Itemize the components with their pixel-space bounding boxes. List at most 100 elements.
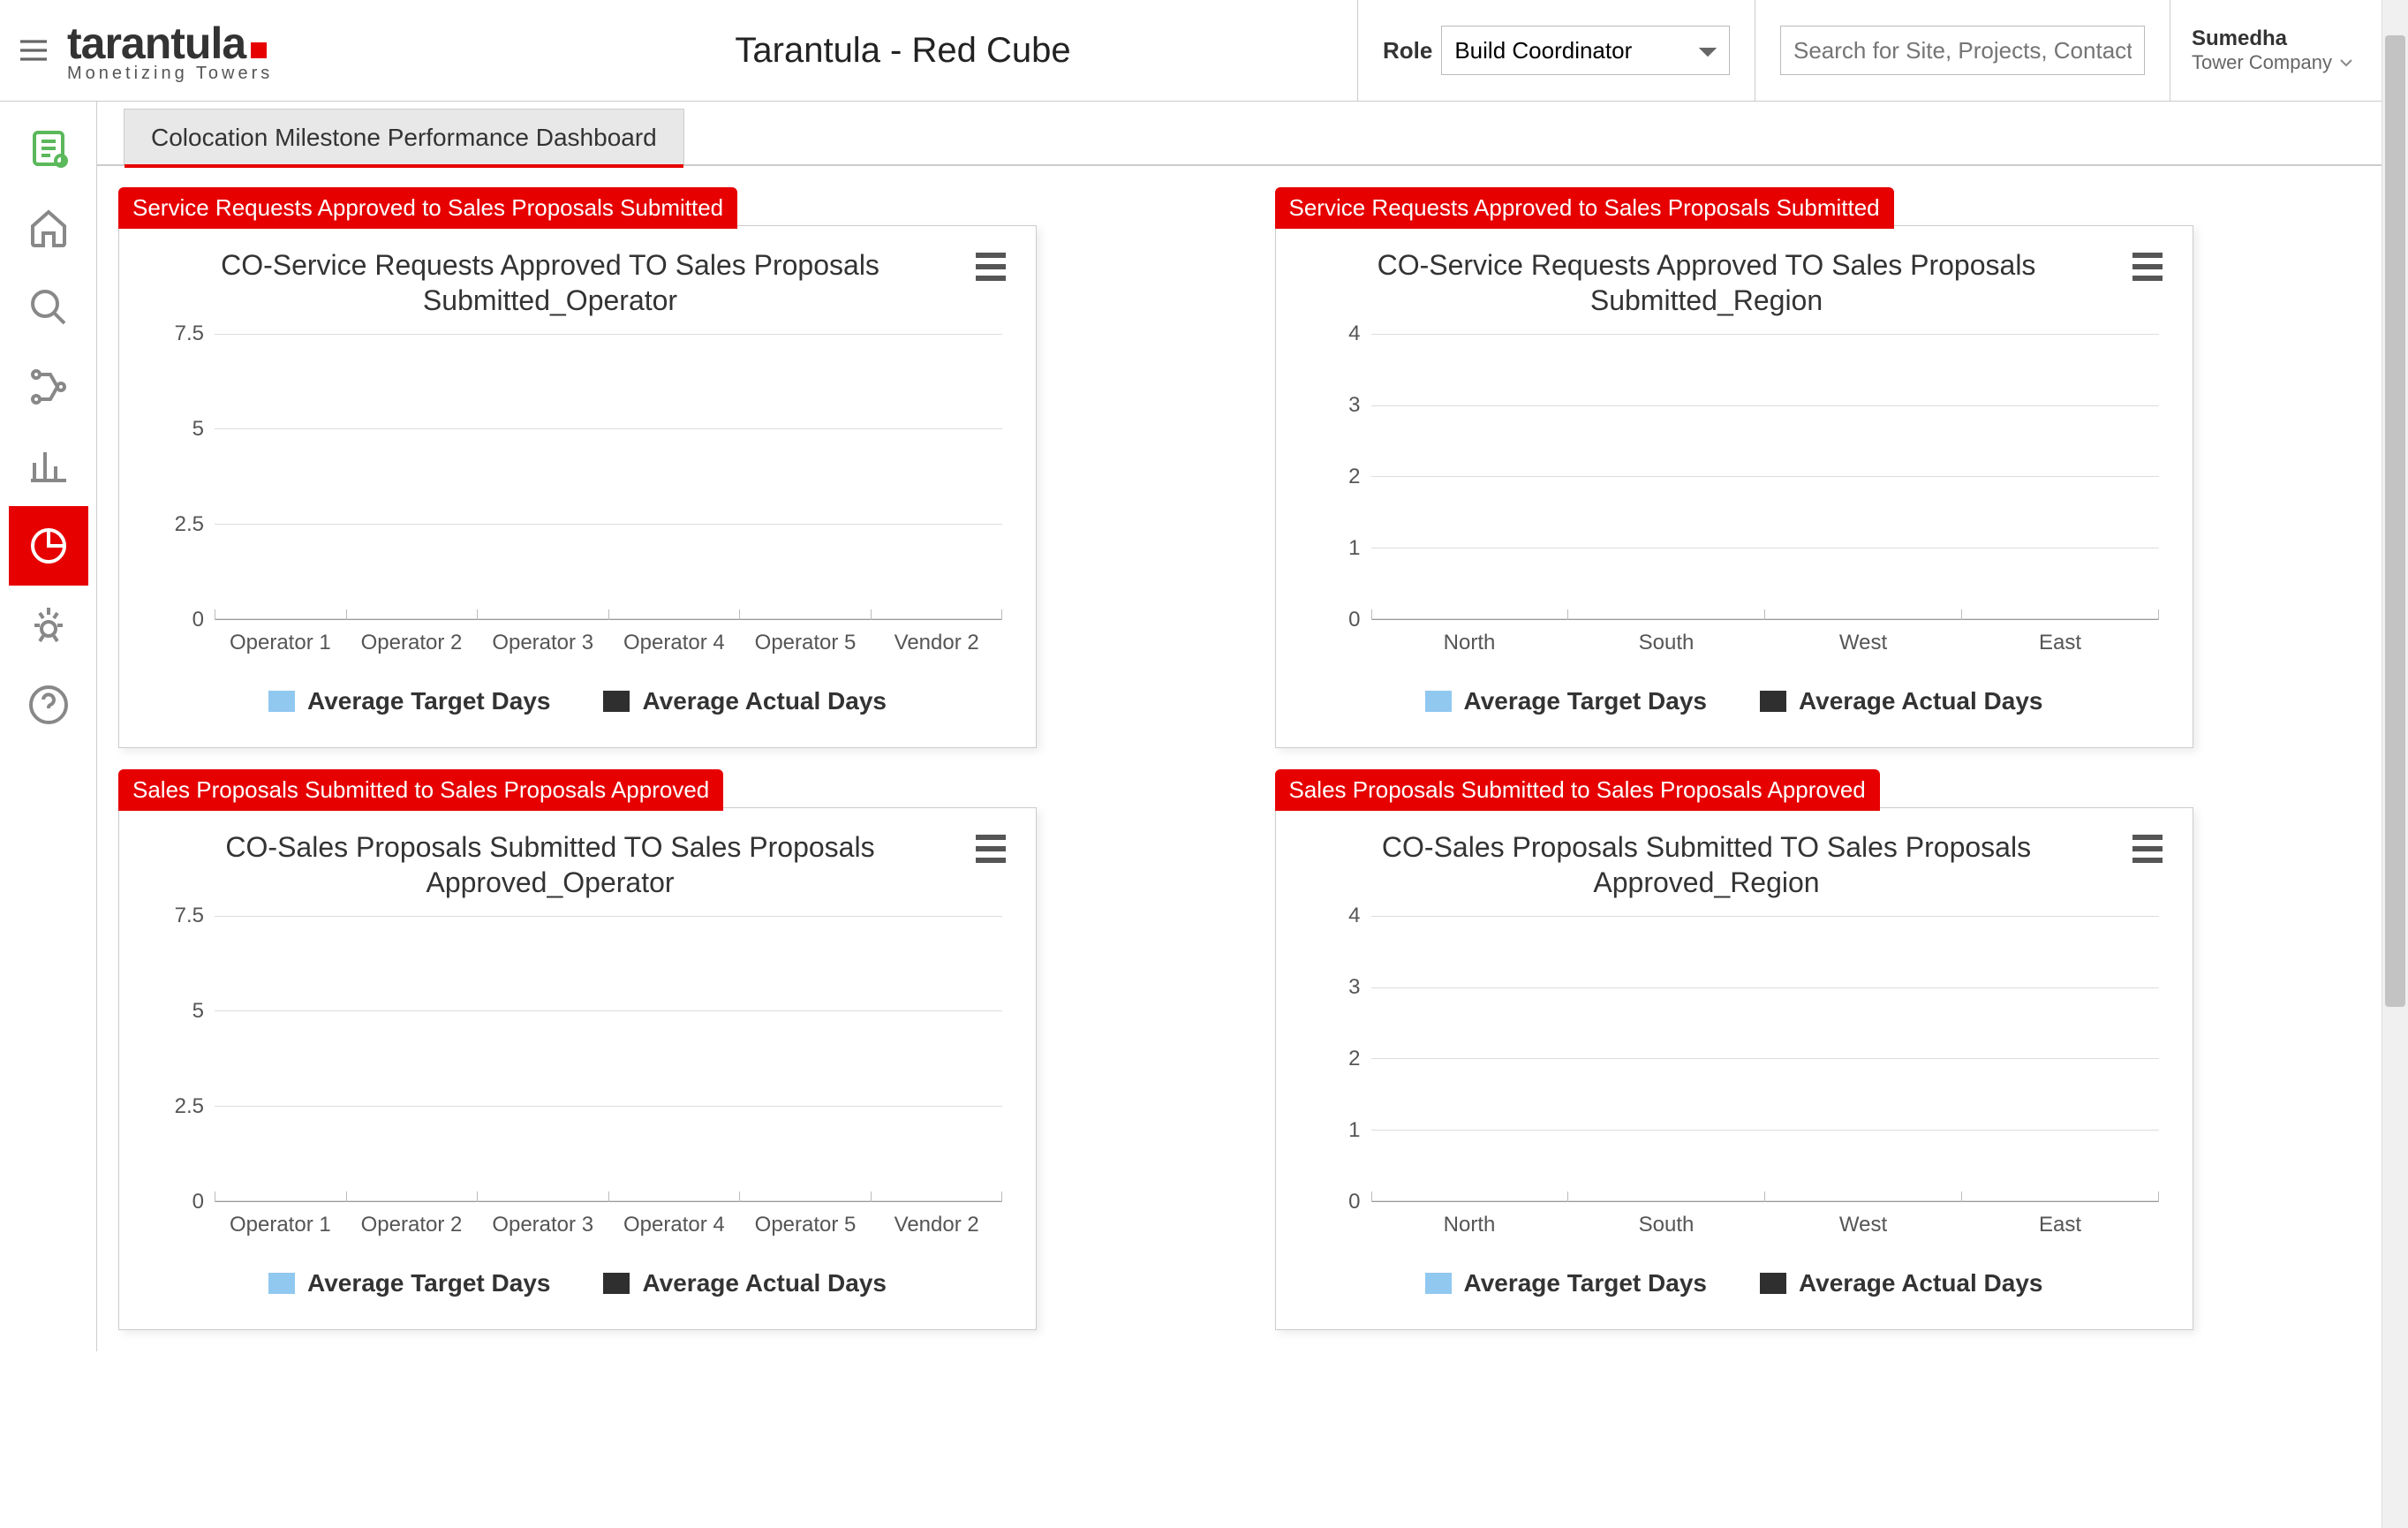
legend-swatch-icon [1760, 1273, 1786, 1294]
chart-legend: Average Target Days Average Actual Days [144, 1269, 1011, 1297]
chart-title: CO-Sales Proposals Submitted TO Sales Pr… [144, 829, 956, 900]
chart-title: CO-Service Requests Approved TO Sales Pr… [144, 247, 956, 318]
chart-panel: Service Requests Approved to Sales Propo… [118, 187, 1231, 748]
x-axis-label: North [1371, 1213, 1568, 1237]
legend-item[interactable]: Average Actual Days [1760, 687, 2043, 715]
legend-item[interactable]: Average Target Days [268, 1269, 550, 1297]
chart-plot: 43210NorthSouthWestEast [1301, 329, 2168, 655]
legend-item[interactable]: Average Target Days [1425, 1269, 1707, 1297]
chart-plot: 7.552.50Operator 1Operator 2Operator 3Op… [144, 911, 1011, 1237]
legend-item[interactable]: Average Target Days [1425, 687, 1707, 715]
nav-item-help[interactable] [9, 665, 88, 745]
nav-item-dashboard[interactable] [9, 506, 88, 586]
brand-name: tarantula [67, 19, 245, 68]
x-axis-label: East [1962, 631, 2159, 655]
chart-legend: Average Target Days Average Actual Days [144, 687, 1011, 715]
x-axis-label: Operator 1 [215, 631, 346, 655]
chart-card: CO-Sales Proposals Submitted TO Sales Pr… [1275, 807, 2193, 1330]
header: tarantula Monetizing Towers Tarantula - … [0, 0, 2408, 102]
vertical-scrollbar[interactable] [2382, 0, 2408, 1528]
tab-colocation-dashboard[interactable]: Colocation Milestone Performance Dashboa… [124, 109, 684, 166]
legend-item[interactable]: Average Actual Days [1760, 1269, 2043, 1297]
legend-swatch-icon [1425, 691, 1452, 712]
nav-item-home[interactable] [9, 188, 88, 268]
x-axis-label: Operator 2 [346, 1213, 478, 1237]
role-label: Role [1383, 37, 1432, 64]
x-axis-label: Operator 4 [608, 631, 740, 655]
legend-item[interactable]: Average Actual Days [603, 1269, 887, 1297]
legend-swatch-icon [268, 691, 295, 712]
panel-chip: Sales Proposals Submitted to Sales Propo… [118, 769, 723, 811]
panel-chip: Service Requests Approved to Sales Propo… [118, 187, 737, 229]
legend-swatch-icon [1425, 1273, 1452, 1294]
chart-card: CO-Service Requests Approved TO Sales Pr… [118, 225, 1037, 748]
search-icon [27, 286, 70, 329]
legend-swatch-icon [603, 1273, 630, 1294]
chart-panel: Sales Proposals Submitted to Sales Propo… [118, 769, 1231, 1330]
chart-legend: Average Target Days Average Actual Days [1301, 687, 2168, 715]
x-axis-label: South [1568, 1213, 1765, 1237]
hamburger-menu-button[interactable] [0, 0, 67, 101]
x-axis-label: Operator 3 [477, 1213, 608, 1237]
gear-icon [27, 604, 70, 647]
tab-bar: Colocation Milestone Performance Dashboa… [97, 102, 2408, 166]
chart-legend: Average Target Days Average Actual Days [1301, 1269, 2168, 1297]
user-company: Tower Company [2192, 51, 2360, 74]
chart-panel: Service Requests Approved to Sales Propo… [1275, 187, 2388, 748]
chart-menu-button[interactable] [2127, 247, 2168, 286]
legend-item[interactable]: Average Actual Days [603, 687, 887, 715]
x-axis-label: Operator 1 [215, 1213, 346, 1237]
user-menu[interactable]: Sumedha Tower Company [2170, 0, 2382, 101]
home-icon [27, 207, 70, 249]
x-axis-label: North [1371, 631, 1568, 655]
brand-tagline: Monetizing Towers [67, 64, 282, 84]
x-axis-label: Vendor 2 [871, 631, 1002, 655]
nav-item-charts[interactable] [9, 427, 88, 506]
nav-item-settings[interactable] [9, 586, 88, 665]
x-axis-label: Operator 5 [740, 1213, 872, 1237]
nav-item-network[interactable] [9, 347, 88, 427]
chart-menu-button[interactable] [970, 829, 1011, 868]
chart-card: CO-Service Requests Approved TO Sales Pr… [1275, 225, 2193, 748]
chart-menu-button[interactable] [970, 247, 1011, 286]
dashboard-grid: Service Requests Approved to Sales Propo… [97, 166, 2408, 1351]
checklist-icon [27, 127, 70, 170]
panel-chip: Sales Proposals Submitted to Sales Propo… [1275, 769, 1880, 811]
chevron-down-icon [2339, 57, 2353, 68]
chart-menu-button[interactable] [2127, 829, 2168, 868]
x-axis-label: Operator 2 [346, 631, 478, 655]
role-select[interactable]: Build Coordinator [1441, 26, 1730, 75]
brand-logo: tarantula Monetizing Towers [67, 18, 449, 84]
legend-item[interactable]: Average Target Days [268, 687, 550, 715]
x-axis-label: Operator 3 [477, 631, 608, 655]
hamburger-icon [16, 33, 51, 68]
legend-swatch-icon [268, 1273, 295, 1294]
x-axis-label: South [1568, 631, 1765, 655]
legend-swatch-icon [603, 691, 630, 712]
network-icon [27, 366, 70, 408]
x-axis-label: West [1765, 1213, 1962, 1237]
x-axis-label: Operator 4 [608, 1213, 740, 1237]
legend-swatch-icon [1760, 691, 1786, 712]
search-box [1755, 0, 2170, 101]
nav-item-tasks[interactable] [9, 109, 88, 188]
chart-plot: 7.552.50Operator 1Operator 2Operator 3Op… [144, 329, 1011, 655]
chart-panel: Sales Proposals Submitted to Sales Propo… [1275, 769, 2388, 1330]
x-axis-label: Operator 5 [740, 631, 872, 655]
chart-title: CO-Sales Proposals Submitted TO Sales Pr… [1301, 829, 2113, 900]
content-area: Colocation Milestone Performance Dashboa… [97, 102, 2408, 1351]
chart-plot: 43210NorthSouthWestEast [1301, 911, 2168, 1237]
app-title: Tarantula - Red Cube [449, 31, 1357, 71]
x-axis-label: Vendor 2 [871, 1213, 1002, 1237]
pie-clock-icon [27, 525, 70, 567]
chart-card: CO-Sales Proposals Submitted TO Sales Pr… [118, 807, 1037, 1330]
panel-chip: Service Requests Approved to Sales Propo… [1275, 187, 1894, 229]
search-input[interactable] [1780, 26, 2145, 75]
barchart-icon [27, 445, 70, 488]
nav-item-search[interactable] [9, 268, 88, 347]
help-icon [27, 684, 70, 726]
scrollbar-thumb[interactable] [2385, 35, 2405, 1007]
side-nav [0, 102, 97, 1351]
role-picker: Role Build Coordinator [1357, 0, 1755, 101]
user-name: Sumedha [2192, 26, 2360, 51]
